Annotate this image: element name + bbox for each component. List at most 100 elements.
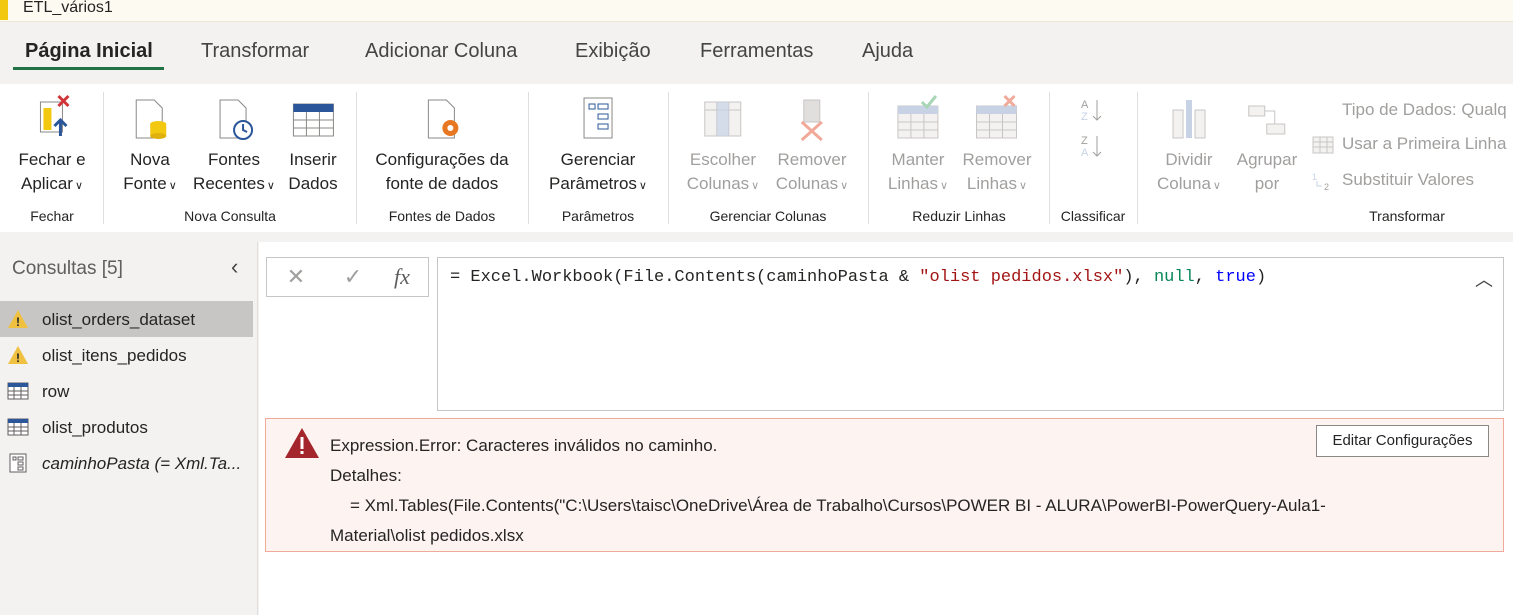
edit-settings-button[interactable]: Editar Configurações	[1316, 425, 1489, 457]
query-item-olist-orders-dataset[interactable]: ! olist_orders_dataset	[0, 301, 253, 337]
formula-code: = Excel.Workbook(File.Contents(caminhoPa…	[450, 268, 1266, 287]
commit-formula-icon[interactable]: ✓	[340, 264, 366, 290]
remove-columns-button[interactable]: Remover Colunas ∨	[776, 94, 848, 198]
tab-ferramentas[interactable]: Ferramentas	[700, 40, 813, 63]
svg-text:A: A	[1081, 147, 1089, 159]
sort-ascending-icon[interactable]: A Z Z A	[1081, 96, 1105, 160]
tab-pagina-inicial[interactable]: Página Inicial	[25, 40, 153, 63]
query-label: olist_itens_pedidos	[42, 346, 187, 365]
function-icon[interactable]: fx	[389, 264, 415, 290]
tab-adicionar-coluna[interactable]: Adicionar Coluna	[365, 40, 517, 63]
chevron-left-icon[interactable]: ‹	[231, 254, 249, 279]
group-label-transformar: Transformar	[1369, 208, 1445, 224]
manage-parameters-label-2: Parâmetros	[549, 174, 637, 193]
formula-part: ),	[1123, 268, 1154, 287]
tab-transformar[interactable]: Transformar	[201, 40, 309, 63]
use-first-row-button[interactable]: Usar a Primeira Linha	[1312, 134, 1506, 155]
query-item-row[interactable]: row	[0, 373, 253, 409]
group-label-classificar: Classificar	[1060, 208, 1126, 224]
manage-parameters-button[interactable]: Gerenciar Parâmetros ∨	[549, 94, 647, 198]
chevron-up-icon[interactable]: ︿	[1475, 266, 1493, 292]
data-type-dropdown[interactable]: Tipo de Dados: Qualq	[1342, 100, 1507, 120]
cancel-formula-icon[interactable]: ✕	[283, 264, 309, 290]
table-insert-icon	[292, 103, 334, 137]
warning-icon: !	[8, 310, 28, 329]
close-apply-icon	[39, 94, 70, 136]
svg-text:!: !	[16, 351, 20, 365]
data-source-settings-icon	[427, 99, 458, 139]
group-by-label-1: Agrupar	[1236, 150, 1298, 169]
app-icon	[0, 0, 8, 20]
active-tab-indicator	[13, 67, 164, 70]
chevron-down-icon: ∨	[74, 180, 84, 192]
query-label: olist_produtos	[42, 418, 148, 437]
enter-data-label-1: Inserir	[289, 150, 337, 169]
replace-values-icon: 1 2	[1312, 172, 1329, 191]
formula-true: true	[1215, 268, 1256, 287]
chevron-down-icon: ∨	[940, 180, 949, 192]
group-by-button[interactable]: Agrupar por	[1237, 94, 1297, 196]
ribbon: Fechar e Aplicar ∨ Nova Fonte ∨ Fontes Rec…	[0, 84, 1513, 232]
table-icon	[7, 418, 29, 436]
choose-columns-label-2: Colunas	[686, 174, 750, 193]
keep-rows-icon	[897, 95, 939, 139]
close-apply-button[interactable]: Fechar e Aplicar ∨	[18, 94, 86, 198]
chevron-down-icon: ∨	[1212, 180, 1221, 192]
enter-data-button[interactable]: Inserir Dados	[288, 94, 338, 196]
new-source-button[interactable]: Nova Fonte ∨	[123, 94, 177, 198]
split-column-button[interactable]: Dividir Coluna ∨	[1157, 94, 1221, 198]
data-source-settings-button[interactable]: Configurações da fonte de dados	[375, 94, 509, 196]
group-by-icon	[1248, 105, 1286, 135]
data-source-settings-label-2: fonte de dados	[385, 174, 499, 193]
remove-rows-label-2: Linhas	[966, 174, 1018, 193]
error-message: Expression.Error: Caracteres inválidos n…	[330, 436, 718, 455]
formula-buttons: ✕ ✓ fx	[266, 257, 429, 297]
recent-sources-label-2: Recentes	[193, 174, 265, 193]
error-details-line-2: Material\olist pedidos.xlsx	[330, 526, 524, 545]
new-source-label-1: Nova	[130, 150, 170, 169]
remove-columns-label-2: Colunas	[775, 174, 839, 193]
formula-null: null	[1153, 268, 1195, 287]
manage-parameters-label-1: Gerenciar	[560, 150, 636, 169]
remove-columns-icon	[800, 99, 824, 142]
group-separator	[668, 92, 669, 224]
group-separator	[1137, 92, 1138, 224]
svg-text:!: !	[16, 315, 20, 329]
replace-values-button[interactable]: 1 2 Substituir Valores	[1312, 170, 1474, 191]
group-separator	[1049, 92, 1050, 224]
chevron-down-icon: ∨	[840, 180, 849, 192]
enter-data-label-2: Dados	[288, 174, 338, 193]
first-row-header-icon	[1312, 136, 1334, 154]
query-item-olist-itens-pedidos[interactable]: ! olist_itens_pedidos	[0, 337, 253, 373]
remove-rows-icon	[976, 94, 1018, 139]
group-label-fechar: Fechar	[30, 208, 74, 224]
group-by-label-2: por	[1254, 174, 1280, 193]
error-panel: Expression.Error: Caracteres inválidos n…	[265, 418, 1504, 552]
svg-text:Z: Z	[1081, 135, 1088, 147]
data-source-settings-label-1: Configurações da	[375, 150, 509, 169]
svg-text:A: A	[1081, 99, 1089, 111]
remove-rows-button[interactable]: Remover Linhas ∨	[963, 94, 1031, 198]
close-apply-label-2: Aplicar	[20, 174, 73, 193]
tab-exibicao[interactable]: Exibição	[575, 40, 651, 63]
recent-sources-button[interactable]: Fontes Recentes ∨	[193, 94, 275, 198]
group-label-fontes-dados: Fontes de Dados	[388, 208, 496, 224]
error-text: Expression.Error: Caracteres inválidos n…	[330, 431, 1326, 551]
tab-ajuda[interactable]: Ajuda	[862, 40, 913, 63]
keep-rows-button[interactable]: Manter Linhas ∨	[888, 94, 948, 198]
close-apply-label-1: Fechar e	[18, 150, 86, 169]
choose-columns-button[interactable]: Escolher Colunas ∨	[687, 94, 759, 198]
sort-buttons: A Z Z A	[1081, 96, 1105, 160]
formula-bar[interactable]: = Excel.Workbook(File.Contents(caminhoPa…	[437, 257, 1504, 411]
query-item-olist-produtos[interactable]: olist_produtos	[0, 409, 253, 445]
choose-columns-icon	[704, 101, 742, 137]
group-label-parametros: Parâmetros	[561, 208, 635, 224]
window-title: ETL_vários1	[23, 0, 113, 16]
queries-title: Consultas [5]	[12, 258, 123, 279]
error-details-label: Detalhes:	[330, 466, 402, 485]
svg-text:2: 2	[1324, 182, 1329, 191]
query-label: olist_orders_dataset	[42, 310, 196, 329]
query-item-caminho-pasta[interactable]: caminhoPasta (= Xml.Ta...	[0, 445, 253, 481]
chevron-down-icon: ∨	[266, 180, 275, 192]
keep-rows-label-1: Manter	[891, 150, 945, 169]
